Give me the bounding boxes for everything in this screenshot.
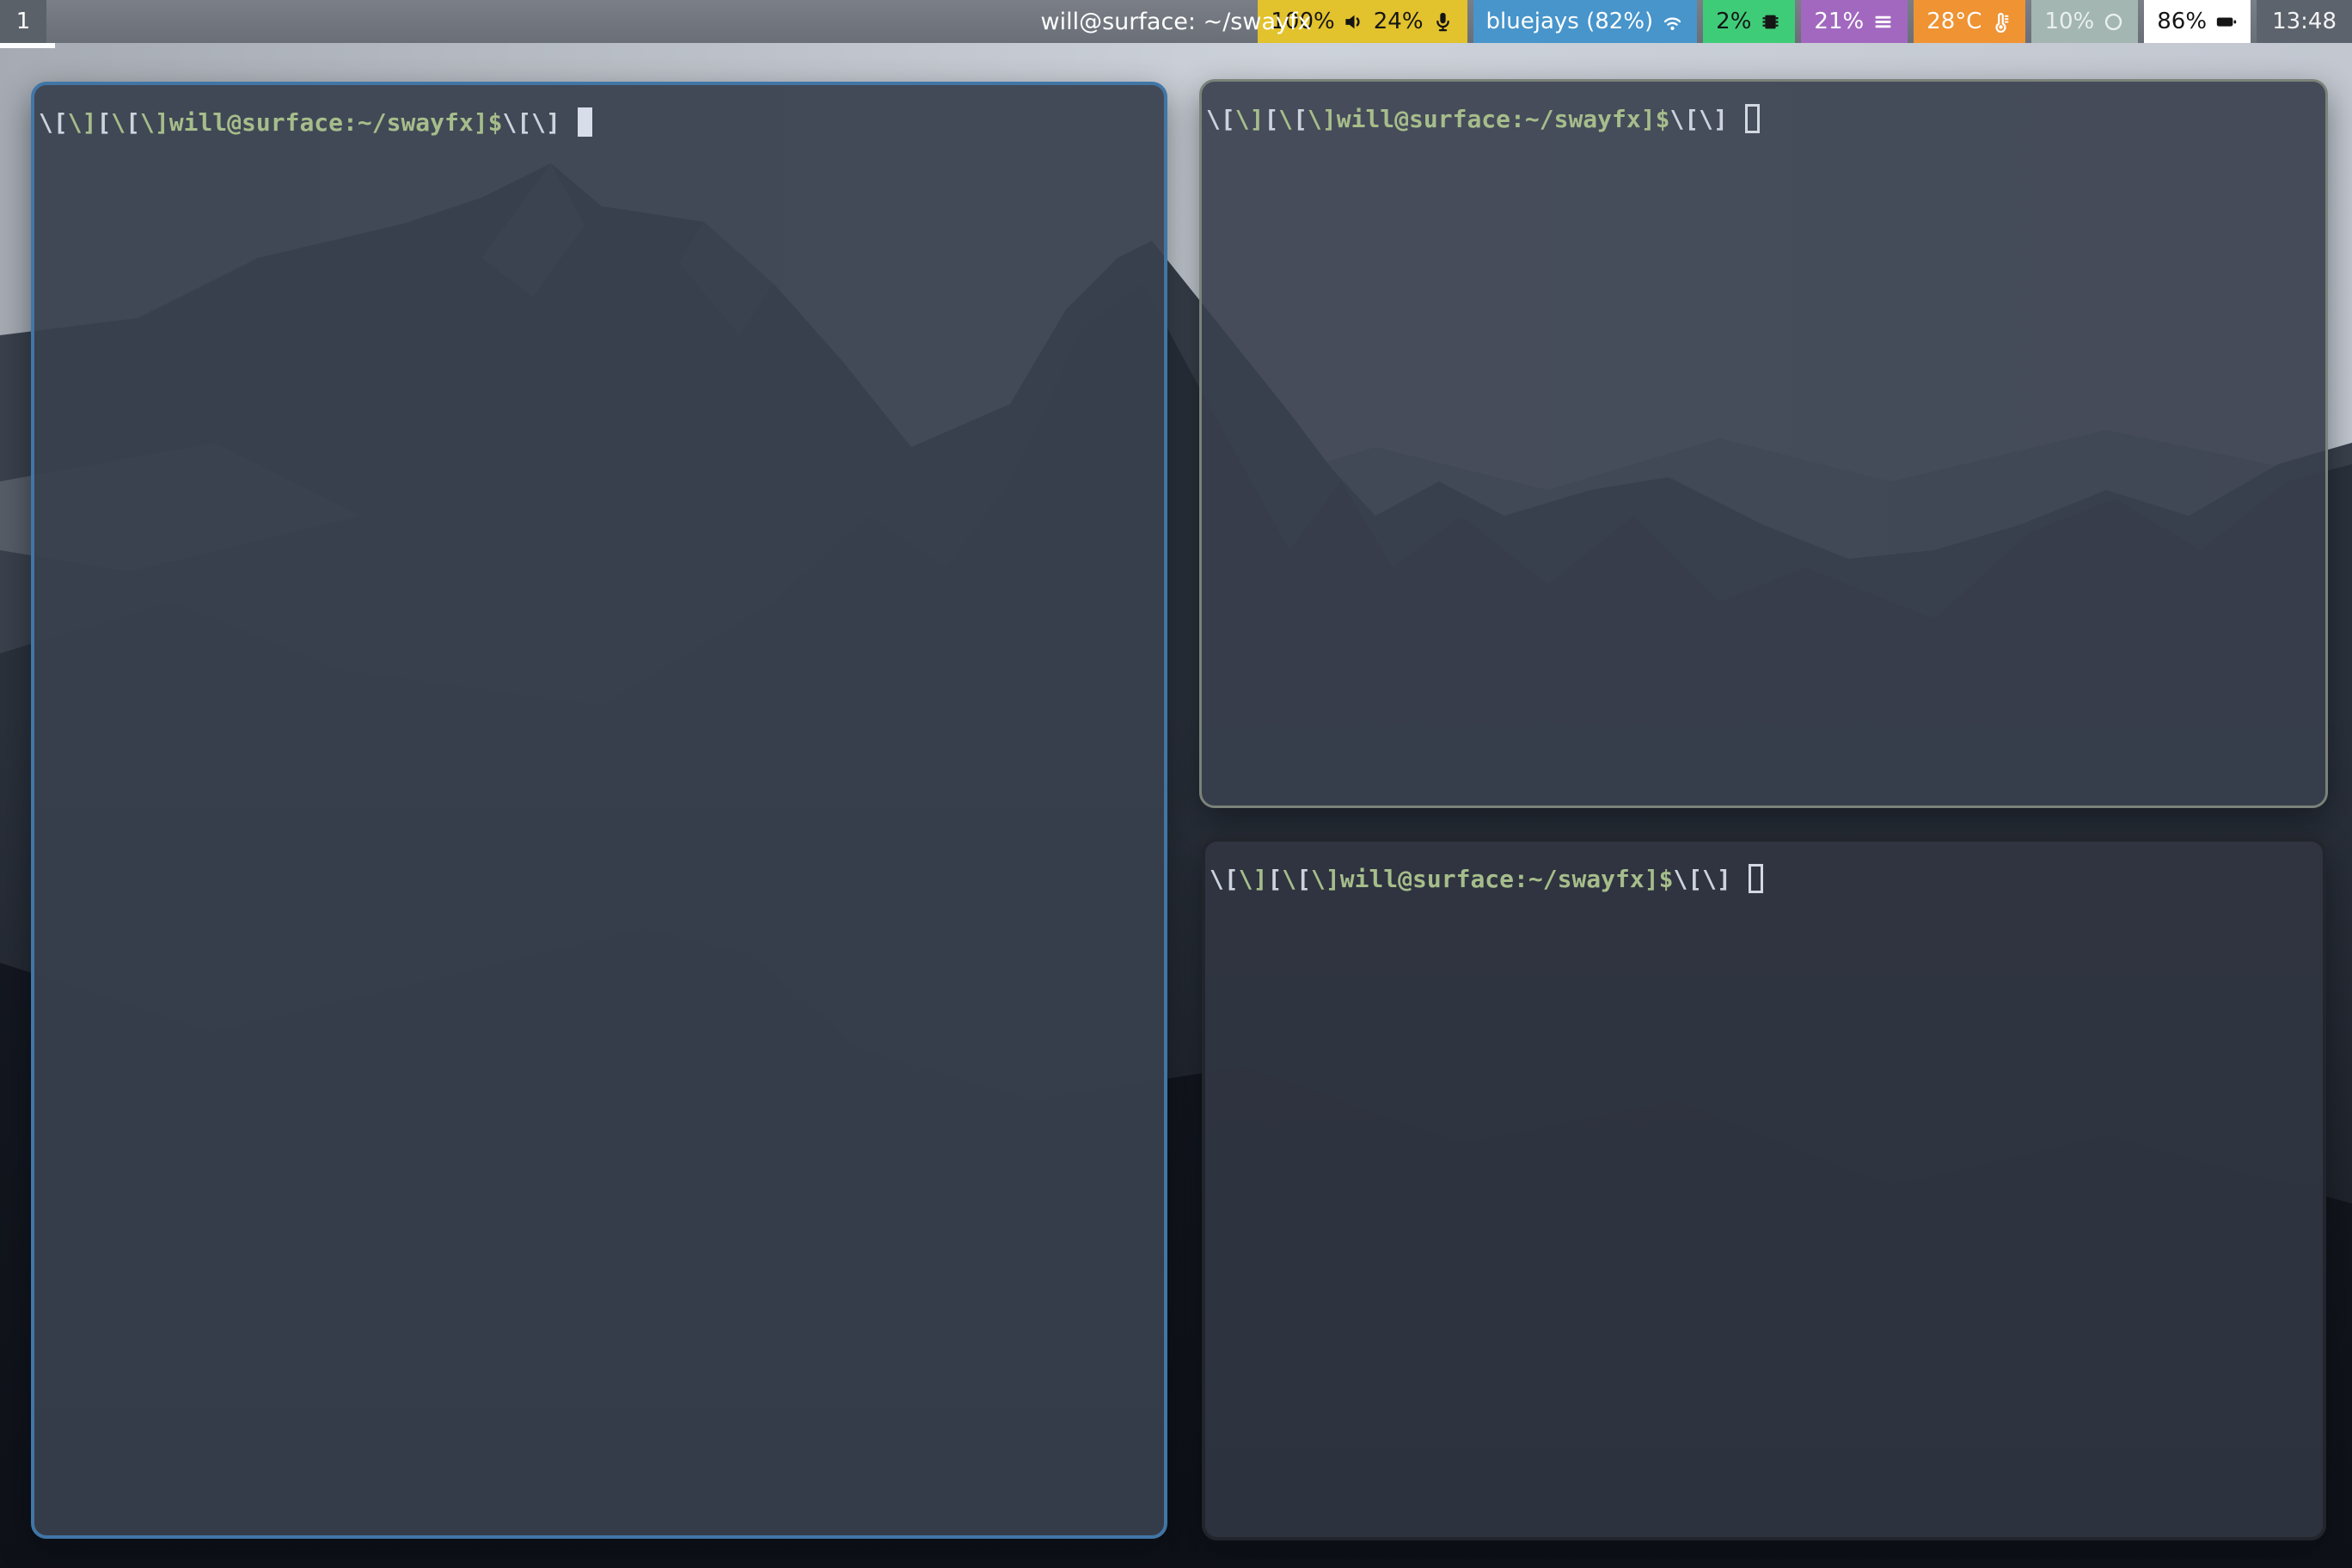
prompt-segment: \ [1278,105,1293,133]
prompt-segment: \[ [39,108,68,137]
battery-icon [2214,10,2238,34]
terminal-window-top-right[interactable]: \[\][\[\]will@surface:~/swayfx]$\[\] [1199,79,2328,808]
circle-icon [2102,10,2125,34]
terminal-window-left[interactable]: \[\][\[\]will@surface:~/swayfx]$\[\] [31,82,1167,1539]
bar-module-chip[interactable]: 2% [1703,0,1795,43]
prompt-segment: \[\] [502,108,560,137]
bar-module-clock[interactable]: 13:48 [2257,0,2352,43]
mic-value: 24% [1374,9,1424,34]
bar-module-circle[interactable]: 10% [2031,0,2138,43]
prompt-segment: \[ [1206,105,1235,133]
prompt-segment: \]will@surface:~/swayfx]$ [140,108,502,137]
prompt-segment: \] [68,108,97,137]
prompt-segment: [ [96,108,111,137]
prompt-segment: \] [1239,865,1268,893]
prompt-segment: [ [1267,865,1282,893]
mic-icon [1431,10,1455,34]
network-value: bluejays (82%) [1486,9,1654,34]
bar-module-battery[interactable]: 86% [2144,0,2251,43]
prompt-segment: \] [1235,105,1265,133]
volume-value: 100% [1271,9,1334,34]
bar-modules: 100% 24% bluejays (82%) 2% [1258,0,2352,43]
chip-icon [1759,10,1782,34]
bar-module-audio[interactable]: 100% 24% [1258,0,1467,43]
status-bar: 1 will@surface: ~/swayfx 100% 24% blueja… [0,0,2352,43]
terminal-cursor [1749,864,1763,893]
bar-module-lines[interactable]: 21% [1801,0,1908,43]
circle-value: 10% [2044,9,2094,34]
prompt-segment: [ [126,108,140,137]
prompt-segment: [ [1293,105,1308,133]
menu-lines-icon [1871,10,1895,34]
temperature-icon [1989,10,2012,34]
workspace-button[interactable]: 1 [0,0,46,43]
prompt-segment: [ [1296,865,1311,893]
prompt-segment: \[ [1210,865,1239,893]
battery-value: 86% [2157,9,2207,34]
prompt-segment: \ [111,108,126,137]
wifi-icon [1661,10,1684,34]
terminal-cursor [1745,104,1760,133]
temperature-value: 28°C [1926,9,1981,34]
lines-value: 21% [1814,9,1864,34]
chip-value: 2% [1716,9,1751,34]
prompt-segment: \]will@surface:~/swayfx]$ [1308,105,1669,133]
clock-value: 13:48 [2272,9,2337,34]
shell-prompt: \[\][\[\]will@surface:~/swayfx]$\[\] [1205,842,2323,917]
terminal-window-bottom-right[interactable]: \[\][\[\]will@surface:~/swayfx]$\[\] [1202,838,2326,1540]
shell-prompt: \[\][\[\]will@surface:~/swayfx]$\[\] [34,85,1164,161]
terminal-cursor [578,107,592,137]
prompt-segment: \[\] [1669,105,1727,133]
prompt-segment: \ [1282,865,1296,893]
workspace-underline [0,43,55,48]
prompt-segment: \]will@surface:~/swayfx]$ [1311,865,1673,893]
prompt-segment: [ [1264,105,1278,133]
shell-prompt: \[\][\[\]will@surface:~/swayfx]$\[\] [1202,82,2325,157]
bar-module-temperature[interactable]: 28°C [1914,0,2025,43]
volume-icon [1343,10,1366,34]
prompt-segment: \[\] [1673,865,1730,893]
bar-module-network[interactable]: bluejays (82%) [1473,0,1698,43]
